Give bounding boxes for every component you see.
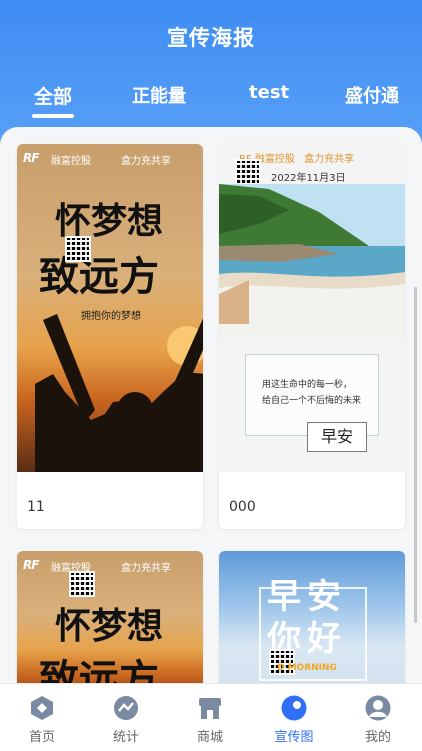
page-title: 宣传海报 (167, 26, 255, 50)
tab-test[interactable]: test (249, 82, 289, 103)
poster-tagline: D MORNING (277, 663, 337, 673)
bottom-nav: 首页 统计 商城 宣传图 我的 (0, 683, 422, 751)
poster-image: RF 融富控股 盒力充共享 2022年11月3日 用这生命中的每一秒， 给自己一… (219, 144, 405, 472)
partner-name: 盒力充共享 (304, 154, 355, 165)
scrollbar[interactable] (414, 287, 417, 623)
tab-positive-energy[interactable]: 正能量 (132, 82, 186, 108)
nav-label: 商城 (196, 730, 223, 745)
poster-image: RF 融富控股 盒力充共享 怀梦想 致远方 拥抱你的梦想 (17, 144, 203, 472)
poster-image: RF 融富控股 盒力充共享 怀梦想 致远方 (17, 551, 203, 683)
nav-label: 首页 (28, 730, 55, 745)
beach-scene-icon (219, 184, 405, 339)
qr-code-icon (235, 159, 261, 185)
greeting-stamp: 早安 (307, 422, 367, 452)
nav-profile[interactable]: 我的 (336, 684, 420, 751)
nav-label: 宣传图 (274, 730, 314, 745)
tab-shengfutong[interactable]: 盛付通 (345, 82, 399, 108)
poster-headline-2: 致远方 (39, 656, 159, 683)
poster-image: 早安 你好 D MORNING (219, 551, 405, 683)
partner-name: 盒力充共享 (121, 156, 171, 167)
poster-headline-2: 致远方 (39, 253, 159, 300)
nav-label: 我的 (364, 730, 391, 745)
nav-poster[interactable]: 宣传图 (252, 684, 336, 751)
poster-title: 000 (229, 499, 256, 515)
home-hexagon-icon (31, 696, 53, 720)
rf-logo: RF (23, 151, 39, 165)
nav-shop[interactable]: 商城 (168, 684, 252, 751)
poster-card[interactable]: 早安 你好 D MORNING (219, 551, 405, 683)
message-line-2: 给自己一个不后悔的未来 (262, 396, 362, 406)
category-tabs: 全部 正能量 test 盛付通 (0, 82, 422, 122)
brand-name: 融富控股 (51, 156, 91, 167)
poster-card[interactable]: RF 融富控股 盒力充共享 怀梦想 致远方 (17, 551, 203, 683)
poster-headline-1: 怀梦想 (55, 605, 164, 647)
nav-stats[interactable]: 统计 (84, 684, 168, 751)
poster-grid: RF 融富控股 盒力充共享 怀梦想 致远方 拥抱你的梦想 11 RF 融富控股 (0, 127, 422, 683)
brand-bar: RF 融富控股 盒力充共享 (23, 150, 199, 168)
silhouette-icon (35, 314, 203, 472)
poster-card[interactable]: RF 融富控股 盒力充共享 2022年11月3日 用这生命中的每一秒， 给自己一… (219, 144, 405, 529)
qr-code-icon (69, 571, 95, 597)
shop-icon (199, 698, 221, 719)
poster-card[interactable]: RF 融富控股 盒力充共享 怀梦想 致远方 拥抱你的梦想 11 (17, 144, 203, 529)
nav-home[interactable]: 首页 (0, 684, 84, 751)
tab-all[interactable]: 全部 (34, 82, 72, 109)
qr-code-icon (65, 236, 91, 262)
poster-title: 11 (27, 499, 45, 515)
poster-icon (281, 695, 307, 721)
user-icon (365, 695, 391, 721)
rf-logo: RF (23, 558, 39, 572)
message-line-1: 用这生命中的每一秒， (262, 380, 353, 390)
partner-name: 盒力充共享 (121, 563, 171, 574)
nav-label: 统计 (112, 730, 139, 745)
poster-date: 2022年11月3日 (271, 173, 346, 184)
active-tab-indicator (32, 114, 74, 118)
brand-bar: RF 融富控股 盒力充共享 (23, 557, 199, 575)
stats-icon (114, 696, 138, 720)
